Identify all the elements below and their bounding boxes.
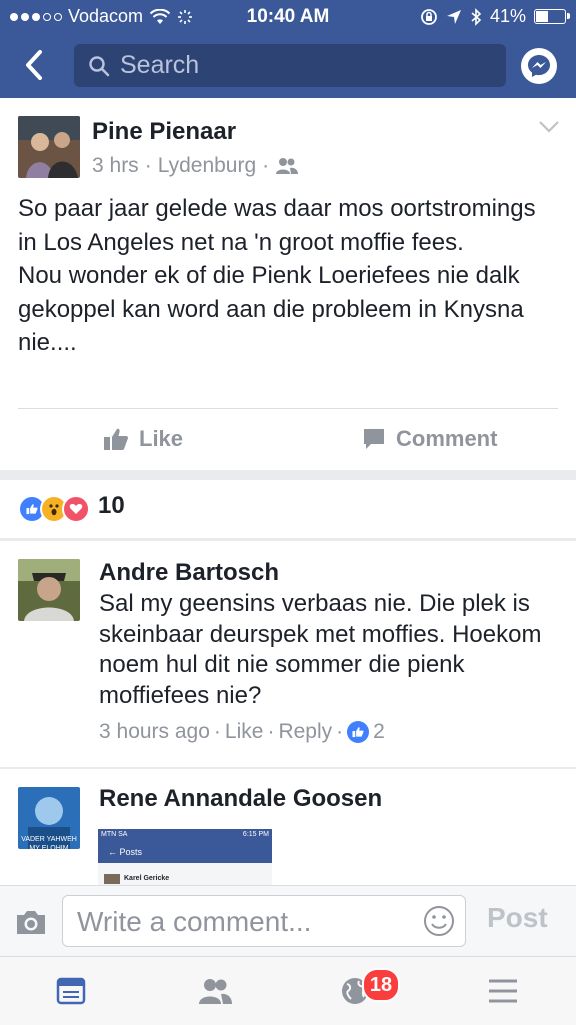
comment-reply-link[interactable]: Reply	[278, 720, 332, 744]
comment-metadata: 3 hours ago · Like · Reply · 2	[99, 720, 385, 744]
comment-item: Vader Yahweh My Elohim Rene Annandale Go…	[0, 769, 576, 885]
comment-field[interactable]	[62, 895, 466, 947]
emoji-icon[interactable]	[423, 905, 455, 937]
bottom-tab-bar	[0, 956, 576, 1025]
meta-separator: ·	[213, 720, 221, 743]
meta-separator: ·	[144, 154, 152, 177]
comment-button[interactable]: Comment	[362, 426, 497, 452]
chevron-down-icon[interactable]	[538, 120, 560, 134]
thumbs-up-icon	[104, 428, 128, 450]
reaction-count[interactable]: 10	[98, 492, 125, 520]
search-icon	[89, 55, 110, 76]
back-button[interactable]	[18, 46, 52, 84]
meta-separator: ·	[262, 154, 270, 177]
post-body-text: So paar jaar gelede was daar mos oortstr…	[18, 195, 536, 356]
comment-like-link[interactable]: Like	[225, 720, 264, 744]
search-bar[interactable]	[74, 44, 506, 87]
post-author-name[interactable]: Pine Pienaar	[92, 118, 236, 146]
love-reaction-icon	[62, 495, 90, 523]
attachment-carrier: MTN SA	[101, 831, 128, 838]
commenter-name[interactable]: Andre Bartosch	[99, 559, 279, 587]
status-indicators: 41%	[420, 6, 570, 27]
tab-news-feed[interactable]	[36, 957, 106, 1025]
comment-input[interactable]	[75, 905, 409, 939]
comment-icon	[364, 429, 384, 449]
top-navigation-bar: Vodacom 10:40 AM 41%	[0, 0, 576, 98]
menu-icon	[489, 979, 517, 1003]
attachment-title: ← Posts	[108, 847, 143, 857]
post-time[interactable]: 3 hrs	[92, 154, 139, 178]
like-label: Like	[139, 426, 184, 451]
comment-like-count[interactable]: 2	[373, 720, 385, 744]
comment-image-attachment[interactable]: MTN SA 6:15 PM ← Posts Karel Gericke	[98, 829, 272, 885]
post-action-divider	[18, 408, 558, 409]
comment-text: Sal my geensins verbaas nie. Die plek is…	[99, 590, 542, 709]
search-input[interactable]	[118, 50, 502, 81]
commenter-avatar[interactable]	[18, 559, 80, 621]
attachment-title-text: Posts	[119, 847, 143, 857]
comment-item: Andre Bartosch Sal my geensins verbaas n…	[0, 541, 576, 767]
comment-like-badge-icon	[347, 721, 370, 743]
back-icon	[26, 50, 42, 80]
notification-count-badge: 18	[362, 968, 400, 1002]
avatar-caption: Vader Yahweh My Elohim	[21, 836, 77, 849]
comment-time[interactable]: 3 hours ago	[99, 720, 210, 744]
messenger-icon	[528, 55, 550, 77]
rotation-lock-icon	[421, 8, 437, 25]
messenger-button[interactable]	[521, 48, 557, 84]
meta-separator: ·	[267, 720, 275, 743]
commenter-name[interactable]: Rene Annandale Goosen	[99, 785, 382, 813]
friends-audience-icon	[276, 158, 299, 174]
attachment-author: Karel Gericke	[124, 875, 170, 882]
bluetooth-icon	[471, 7, 482, 26]
battery-percentage: 41%	[489, 6, 526, 26]
status-bar: Vodacom 10:40 AM 41%	[0, 0, 576, 34]
meta-separator: ·	[336, 720, 344, 743]
friends-icon	[199, 979, 232, 1004]
news-feed-icon	[56, 977, 86, 1005]
commenter-avatar[interactable]: Vader Yahweh My Elohim	[18, 787, 80, 849]
camera-icon[interactable]	[14, 908, 48, 936]
post-comment-button[interactable]: Post	[487, 902, 548, 934]
post-metadata: 3 hrs · Lydenburg ·	[92, 154, 299, 178]
reaction-icons[interactable]	[18, 495, 90, 523]
comment-label: Comment	[396, 426, 498, 451]
tab-menu[interactable]	[468, 957, 538, 1025]
post-author-avatar[interactable]	[18, 116, 80, 178]
post-location[interactable]: Lydenburg	[158, 154, 256, 178]
attachment-avatar	[104, 874, 120, 884]
attachment-time: 6:15 PM	[242, 831, 269, 838]
like-button[interactable]: Like	[103, 426, 183, 452]
location-arrow-icon	[446, 9, 461, 24]
battery-icon	[534, 9, 570, 24]
tab-friends[interactable]	[180, 957, 250, 1025]
